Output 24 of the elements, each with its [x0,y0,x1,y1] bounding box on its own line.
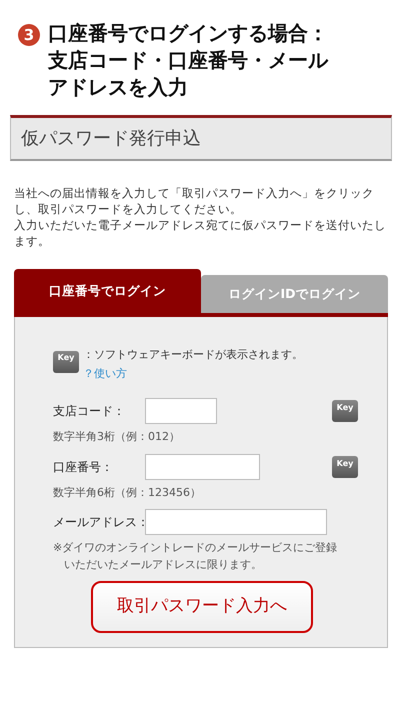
input-field[interactable] [145,398,217,424]
field-label: 口座番号： [53,458,114,476]
help-link[interactable]: ？使い方 [83,366,127,382]
keyboard-key-icon: Key [53,351,79,373]
submit-button[interactable]: 取引パスワード入力へ [91,581,313,633]
input-field[interactable] [145,509,327,535]
description-text: 当社への届出情報を入力して「取引パスワード入力へ」をクリックし、取引パスワードを入力してください。 [14,185,375,217]
heading-line: 口座番号でログインする場合： [48,20,328,47]
step-number: 3 [18,24,40,46]
description-text: 入力いただいた電子メールアドレス宛てに仮パスワードを送付いたします。 [14,217,387,249]
keyboard-key-button[interactable]: Key [332,400,358,422]
keyboard-key-button[interactable]: Key [332,456,358,478]
field-hint: 数字半角3桁（例：012） [53,429,181,445]
keyboard-note: ：ソフトウェアキーボードが表示されます。 [83,347,303,363]
login-tab[interactable]: ログインIDでログイン [201,275,388,313]
input-field[interactable] [145,454,260,480]
field-label: メールアドレス： [53,514,145,531]
field-hint: ※ダイワのオンライントレードのメールサービスにご登録いただいたメールアドレスに限ります。 [53,540,338,572]
section-title: 仮パスワード発行申込 [10,115,392,161]
heading-line: アドレスを入力 [48,74,189,101]
field-label: 支店コード： [53,403,126,420]
heading-line: 支店コード・口座番号・メール [48,47,328,74]
field-hint: 数字半角6桁（例：123456） [53,484,202,500]
login-tab[interactable]: 口座番号でログイン [14,269,201,313]
